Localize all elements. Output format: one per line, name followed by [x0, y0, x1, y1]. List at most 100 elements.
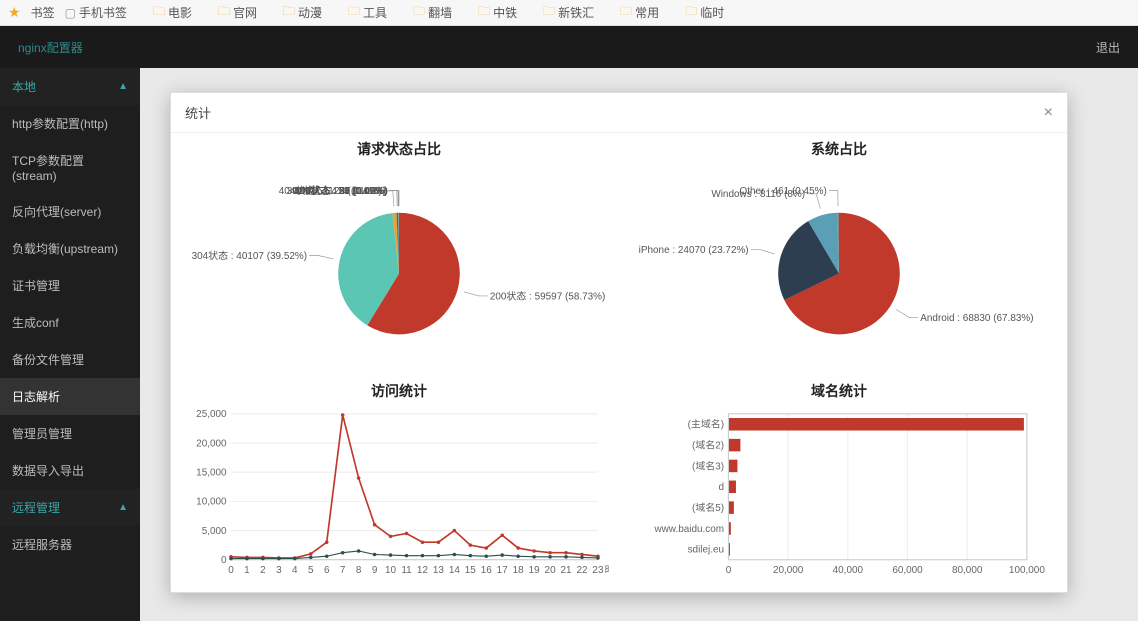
sidebar-item[interactable]: 生成conf	[0, 304, 140, 341]
brand[interactable]: nginx配置器	[18, 39, 83, 56]
bookmark-label: 临时	[700, 4, 724, 21]
svg-text:3: 3	[276, 565, 282, 576]
sidebar-item[interactable]: 管理员管理	[0, 415, 140, 452]
svg-text:0: 0	[221, 555, 227, 566]
svg-text:8: 8	[356, 565, 362, 576]
svg-text:0: 0	[726, 565, 732, 576]
pie-chart: 200状态 : 59597 (58.73%)304状态 : 40107 (39.…	[189, 163, 609, 373]
sidebar-section-local[interactable]: 本地 ▲	[0, 68, 140, 105]
svg-text:5,000: 5,000	[202, 526, 227, 537]
folder-icon: 🗀	[620, 2, 632, 23]
stats-modal: 统计 × 请求状态占比 200状态 : 59597 (58.73%)304状态 …	[170, 92, 1068, 593]
svg-text:20,000: 20,000	[196, 438, 227, 449]
sidebar-item[interactable]: 负载均衡(upstream)	[0, 230, 140, 267]
sidebar-item[interactable]: http参数配置(http)	[0, 105, 140, 142]
bookmarks-bar: ★ 书签 ▢手机书签🗀电影🗀官网🗀动漫🗀工具🗀翻墙🗀中铁🗀新铁汇🗀常用🗀临时	[0, 0, 1138, 26]
svg-text:80,000: 80,000	[952, 565, 983, 576]
bookmark-item[interactable]: 🗀官网	[218, 2, 257, 23]
bar	[728, 460, 737, 473]
svg-text:15: 15	[465, 565, 477, 576]
sidebar-item[interactable]: 日志解析	[0, 378, 140, 415]
star-icon: ★	[8, 4, 21, 21]
svg-text:(域名5): (域名5)	[692, 501, 724, 514]
folder-icon: 🗀	[218, 2, 230, 23]
bookmark-item[interactable]: 🗀工具	[348, 2, 387, 23]
bookmark-item[interactable]: ▢手机书签	[65, 4, 127, 21]
svg-text:40,000: 40,000	[833, 565, 864, 576]
svg-text:12: 12	[417, 565, 429, 576]
bookmark-item[interactable]: 🗀中铁	[478, 2, 517, 23]
sidebar-section-remote[interactable]: 远程管理 ▲	[0, 489, 140, 526]
bookmark-item[interactable]: 🗀翻墙	[413, 2, 452, 23]
svg-text:6: 6	[324, 565, 330, 576]
sidebar-item[interactable]: 备份文件管理	[0, 341, 140, 378]
svg-text:13: 13	[433, 565, 445, 576]
svg-text:0: 0	[228, 565, 234, 576]
logout-button[interactable]: 退出	[1096, 39, 1120, 56]
bookmark-label: 常用	[635, 4, 659, 21]
bar	[728, 439, 740, 452]
svg-text:21: 21	[561, 565, 573, 576]
svg-text:15,000: 15,000	[196, 468, 227, 479]
svg-text:18: 18	[513, 565, 525, 576]
pie-label: 304状态 : 40107 (39.52%)	[192, 249, 307, 262]
bookmark-label: 翻墙	[428, 4, 452, 21]
svg-text:www.baidu.com: www.baidu.com	[653, 524, 724, 535]
sidebar: 本地 ▲ http参数配置(http)TCP参数配置(stream)反向代理(s…	[0, 68, 140, 621]
svg-text:20: 20	[545, 565, 557, 576]
bar	[728, 481, 735, 494]
svg-text:22: 22	[576, 565, 588, 576]
bookmark-label: 电影	[168, 4, 192, 21]
modal-backdrop: 统计 × 请求状态占比 200状态 : 59597 (58.73%)304状态 …	[0, 26, 1138, 621]
chart-title: 域名统计	[811, 381, 867, 401]
sidebar-section-label: 远程管理	[12, 499, 60, 516]
pie-label: Other : 461 (0.45%)	[739, 186, 826, 197]
svg-text:9: 9	[372, 565, 378, 576]
svg-text:14: 14	[449, 565, 461, 576]
modal-title: 统计	[185, 103, 211, 122]
modal-header: 统计 ×	[171, 93, 1067, 133]
svg-text:7: 7	[340, 565, 346, 576]
app-header: nginx配置器 退出	[0, 26, 1138, 68]
bookmark-item[interactable]: 🗀新铁汇	[543, 2, 594, 23]
bookmark-item[interactable]: 🗀动漫	[283, 2, 322, 23]
pie-label: Android : 68830 (67.83%)	[920, 313, 1033, 324]
svg-text:4: 4	[292, 565, 298, 576]
bookmark-item[interactable]: 🗀临时	[685, 2, 724, 23]
folder-icon: 🗀	[413, 2, 425, 23]
svg-text:10: 10	[385, 565, 397, 576]
sidebar-item[interactable]: 数据导入导出	[0, 452, 140, 489]
svg-text:25,000: 25,000	[196, 409, 227, 420]
pie-chart: Android : 68830 (67.83%)iPhone : 24070 (…	[629, 163, 1049, 373]
bookmark-label: 中铁	[493, 4, 517, 21]
svg-text:23: 23	[592, 565, 604, 576]
sidebar-section-label: 本地	[12, 78, 36, 95]
svg-text:60,000: 60,000	[892, 565, 923, 576]
svg-text:sdilej.eu: sdilej.eu	[688, 545, 724, 556]
bookmark-label: 手机书签	[79, 4, 127, 21]
sidebar-item[interactable]: 证书管理	[0, 267, 140, 304]
bookmark-label: 动漫	[298, 4, 322, 21]
svg-text:19: 19	[529, 565, 541, 576]
line-series	[231, 415, 598, 558]
bookmark-label: 官网	[233, 4, 257, 21]
svg-text:时: 时	[605, 564, 609, 576]
bar	[728, 501, 733, 514]
folder-icon: 🗀	[685, 2, 697, 23]
svg-text:11: 11	[401, 565, 412, 576]
sidebar-item[interactable]: 远程服务器	[0, 526, 140, 563]
bookmarks-root[interactable]: 书签	[31, 4, 55, 21]
bar-chart: 020,00040,00060,00080,000100,000(主域名)(域名…	[629, 405, 1049, 592]
svg-text:16: 16	[481, 565, 493, 576]
folder-icon: 🗀	[348, 2, 360, 23]
svg-text:(域名2): (域名2)	[692, 438, 724, 451]
bookmark-item[interactable]: 🗀电影	[153, 2, 192, 23]
sidebar-item[interactable]: TCP参数配置(stream)	[0, 142, 140, 193]
bookmark-item[interactable]: 🗀常用	[620, 2, 659, 23]
folder-icon: 🗀	[543, 2, 555, 23]
svg-text:10,000: 10,000	[196, 497, 227, 508]
caret-up-icon: ▲	[118, 502, 128, 513]
close-icon[interactable]: ×	[1044, 104, 1053, 122]
sidebar-item[interactable]: 反向代理(server)	[0, 193, 140, 230]
bar	[728, 418, 1023, 431]
